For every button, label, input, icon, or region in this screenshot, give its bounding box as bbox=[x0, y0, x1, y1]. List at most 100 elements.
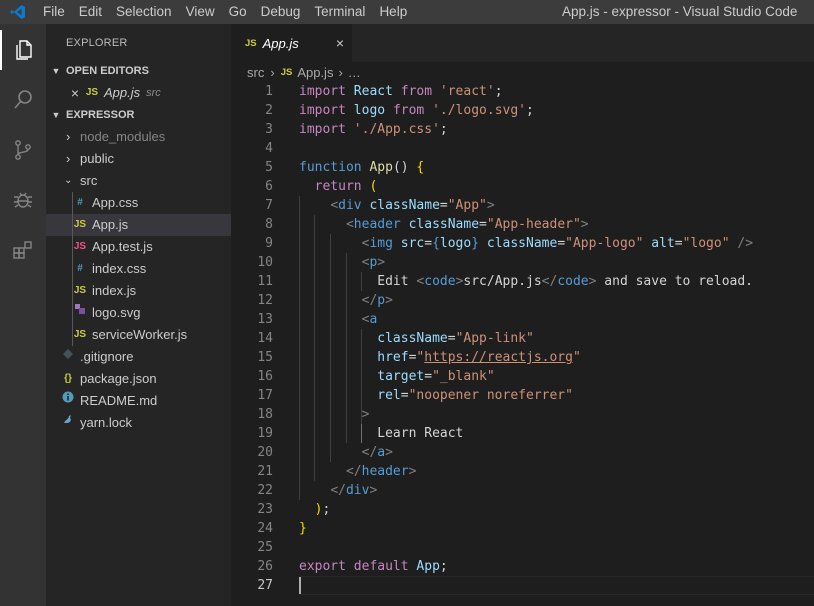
explorer-sidebar: EXPLORER ▼ OPEN EDITORS × JS App.js src … bbox=[46, 24, 231, 606]
chevron-down-icon: ▼ bbox=[51, 66, 61, 76]
line-number: 19 bbox=[257, 426, 273, 441]
title-bar: File Edit Selection View Go Debug Termin… bbox=[0, 0, 814, 24]
tree-file-service-worker-js[interactable]: JS serviceWorker.js bbox=[46, 324, 231, 346]
tree-file-logo-svg[interactable]: logo.svg bbox=[46, 302, 231, 324]
project-header[interactable]: ▼ EXPRESSOR bbox=[46, 104, 231, 126]
breadcrumb: src › JS App.js › … bbox=[231, 62, 814, 82]
line-number: 12 bbox=[257, 293, 273, 308]
line-number: 11 bbox=[257, 274, 273, 289]
tree-file-app-js[interactable]: JS App.js bbox=[46, 214, 231, 236]
line-number: 4 bbox=[265, 141, 273, 156]
js-file-icon: JS bbox=[73, 285, 87, 296]
code-line: export default App; bbox=[299, 559, 448, 574]
tree-file-app-test-js[interactable]: JS App.test.js bbox=[46, 236, 231, 258]
close-icon[interactable]: × bbox=[336, 24, 344, 62]
tree-indent-guide bbox=[72, 302, 73, 324]
line-number: 1 bbox=[265, 84, 273, 99]
code-line: ); bbox=[314, 502, 331, 517]
code-line: import React from 'react'; bbox=[299, 84, 503, 99]
tree-folder-node-modules[interactable]: › node_modules bbox=[46, 126, 231, 148]
line-number: 23 bbox=[257, 502, 273, 517]
tree-file-app-css[interactable]: # App.css bbox=[46, 192, 231, 214]
tree-indent-guide bbox=[72, 214, 73, 236]
menu-edit[interactable]: Edit bbox=[72, 0, 109, 24]
line-number: 2 bbox=[265, 103, 273, 118]
tree-file-index-css[interactable]: # index.css bbox=[46, 258, 231, 280]
line-number: 5 bbox=[265, 160, 273, 175]
debug-icon[interactable] bbox=[0, 180, 46, 220]
js-file-icon: JS bbox=[73, 219, 87, 230]
json-file-icon: {} bbox=[64, 373, 72, 384]
editor-tab-bar: JS App.js × bbox=[231, 24, 814, 62]
code-line: </header> bbox=[345, 464, 417, 479]
js-file-icon: JS bbox=[245, 37, 257, 49]
explorer-icon[interactable] bbox=[0, 30, 46, 70]
line-number: 15 bbox=[257, 350, 273, 365]
code-line: <img src={logo} className="App-logo" alt… bbox=[361, 236, 754, 251]
extensions-icon[interactable] bbox=[0, 230, 46, 270]
code-line: </p> bbox=[361, 293, 393, 308]
menu-file[interactable]: File bbox=[36, 0, 72, 24]
search-icon[interactable] bbox=[0, 80, 46, 120]
test-file-icon: JS bbox=[73, 241, 87, 252]
open-editors-header[interactable]: ▼ OPEN EDITORS bbox=[46, 60, 231, 82]
tab-label: App.js bbox=[262, 35, 299, 51]
tree-file-index-js[interactable]: JS index.js bbox=[46, 280, 231, 302]
chevron-right-icon: › bbox=[270, 64, 275, 80]
code-line: Edit <code>src/App.js</code> and save to… bbox=[377, 274, 754, 289]
breadcrumb-file[interactable]: App.js bbox=[297, 65, 333, 80]
svg-file-icon bbox=[72, 302, 88, 324]
line-number: 18 bbox=[257, 407, 273, 422]
tree-indent-guide bbox=[72, 324, 73, 346]
tree-file-readme-md[interactable]: README.md bbox=[46, 390, 231, 412]
tree-file-package-json[interactable]: {} package.json bbox=[46, 368, 231, 390]
source-control-icon[interactable] bbox=[0, 130, 46, 170]
code-line: <p> bbox=[361, 255, 386, 270]
info-icon bbox=[60, 390, 76, 412]
code-line: return ( bbox=[314, 179, 378, 194]
tree-file-yarn-lock[interactable]: yarn.lock bbox=[46, 412, 231, 434]
code-line: target="_blank" bbox=[377, 369, 495, 384]
text-cursor bbox=[299, 577, 301, 594]
chevron-down-icon: ⌄ bbox=[64, 175, 73, 186]
git-diamond-icon bbox=[60, 346, 76, 368]
code-line: import './App.css'; bbox=[299, 122, 448, 137]
activity-bar bbox=[0, 24, 46, 606]
js-file-icon: JS bbox=[73, 329, 87, 340]
chevron-right-icon: › bbox=[66, 151, 71, 166]
tree-folder-public[interactable]: › public bbox=[46, 148, 231, 170]
tree-file-gitignore[interactable]: .gitignore bbox=[46, 346, 231, 368]
breadcrumb-symbol[interactable]: … bbox=[348, 65, 361, 80]
breadcrumb-folder[interactable]: src bbox=[247, 65, 264, 80]
line-number-gutter: 1 2 3 4 5 6 7 8 9 10 11 12 13 14 15 16 17 18 19 20 21 22 23 24 2… bbox=[231, 82, 275, 595]
menu-go[interactable]: Go bbox=[222, 0, 254, 24]
line-number: 20 bbox=[257, 445, 273, 460]
code-line: </div> bbox=[330, 483, 378, 498]
tab-app-js[interactable]: JS App.js × bbox=[231, 24, 352, 62]
current-line-highlight bbox=[299, 576, 814, 595]
tree-indent-guide bbox=[72, 280, 73, 302]
close-icon[interactable]: × bbox=[66, 82, 84, 104]
code-line: Learn React bbox=[377, 426, 464, 441]
menu-view[interactable]: View bbox=[179, 0, 222, 24]
code-link[interactable]: https://reactjs.org bbox=[424, 350, 573, 365]
menu-help[interactable]: Help bbox=[372, 0, 414, 24]
chevron-down-icon: ▼ bbox=[51, 110, 61, 120]
tree-indent-guide bbox=[72, 192, 73, 214]
tree-folder-src[interactable]: ⌄ src bbox=[46, 170, 231, 192]
code-line: className="App-link" bbox=[377, 331, 534, 346]
line-number: 24 bbox=[257, 521, 273, 536]
code-area[interactable]: import React from 'react'; import logo f… bbox=[299, 82, 814, 595]
open-editor-item[interactable]: × JS App.js src bbox=[46, 82, 231, 104]
line-number: 6 bbox=[265, 179, 273, 194]
line-number: 3 bbox=[265, 122, 273, 137]
code-line: import logo from './logo.svg'; bbox=[299, 103, 534, 118]
menu-debug[interactable]: Debug bbox=[254, 0, 308, 24]
menu-terminal[interactable]: Terminal bbox=[307, 0, 372, 24]
code-editor[interactable]: 1 2 3 4 5 6 7 8 9 10 11 12 13 14 15 16 17 18 19 20 21 22 23 24 2… bbox=[231, 82, 814, 606]
menu-selection[interactable]: Selection bbox=[109, 0, 179, 24]
line-number: 13 bbox=[257, 312, 273, 327]
line-number: 21 bbox=[257, 464, 273, 479]
